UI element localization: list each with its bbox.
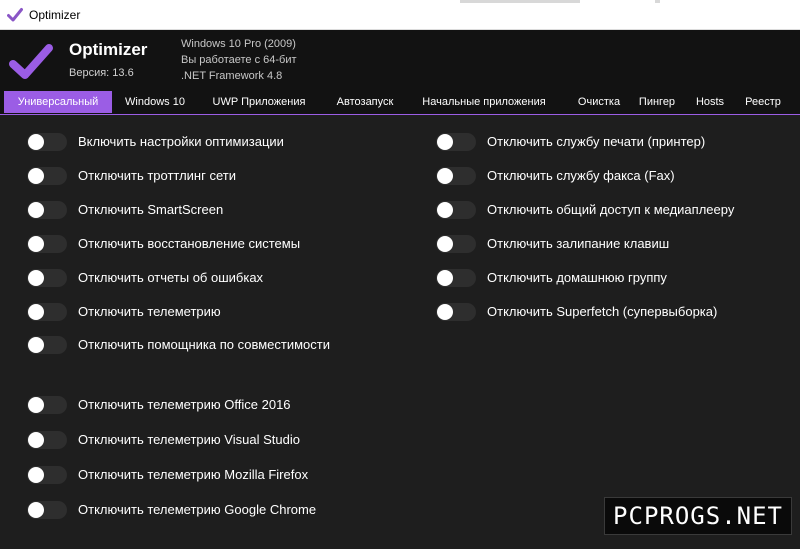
app-version: Версия: 13.6 xyxy=(69,67,134,79)
toggle-knob xyxy=(437,236,453,252)
toggle-knob xyxy=(28,467,44,483)
toggle-knob xyxy=(28,304,44,320)
toggle-switch[interactable] xyxy=(27,201,67,219)
watermark: PCPROGS.NET xyxy=(604,497,792,535)
architecture-info: Вы работаете с 64-бит xyxy=(181,54,297,66)
option-label: Отключить SmartScreen xyxy=(78,202,224,217)
window-title: Optimizer xyxy=(29,8,81,22)
toggle-switch[interactable] xyxy=(27,501,67,519)
toggle-switch[interactable] xyxy=(27,269,67,287)
option-disable-print-spooler[interactable]: Отключить службу печати (принтер) xyxy=(436,133,756,153)
option-disable-office-telemetry[interactable]: Отключить телеметрию Office 2016 xyxy=(27,396,327,416)
option-label: Отключить службу факса (Fax) xyxy=(487,168,675,183)
option-label: Отключить телеметрию Mozilla Firefox xyxy=(78,467,309,482)
options-panel: Включить настройки оптимизации Отключить… xyxy=(0,115,800,549)
option-disable-fax-service[interactable]: Отключить службу факса (Fax) xyxy=(436,167,756,187)
option-label: Отключить Superfetch (супервыборка) xyxy=(487,304,718,319)
system-info: Windows 10 Pro (2009) Вы работаете с 64-… xyxy=(181,36,297,84)
option-label: Отключить службу печати (принтер) xyxy=(487,134,706,149)
option-disable-chrome-telemetry[interactable]: Отключить телеметрию Google Chrome xyxy=(27,501,327,521)
toggle-knob xyxy=(28,432,44,448)
faded-titlebar-text xyxy=(460,0,660,3)
toggle-knob xyxy=(437,270,453,286)
option-label: Отключить залипание клавиш xyxy=(487,236,670,251)
tab-hosts[interactable]: Hosts xyxy=(689,92,731,113)
toggle-knob xyxy=(28,270,44,286)
toggle-switch[interactable] xyxy=(27,336,67,354)
toggle-knob xyxy=(28,134,44,150)
option-label: Отключить телеметрию Office 2016 xyxy=(78,397,291,412)
option-label: Отключить телеметрию Google Chrome xyxy=(78,502,317,517)
tab-registry[interactable]: Реестр xyxy=(739,92,787,113)
app-name: Optimizer xyxy=(69,40,148,59)
option-disable-media-player-sharing[interactable]: Отключить общий доступ к медиаплееру xyxy=(436,201,756,221)
toggle-switch[interactable] xyxy=(436,269,476,287)
option-label: Отключить помощника по совместимости xyxy=(78,337,330,352)
toggle-knob xyxy=(437,168,453,184)
toggle-switch[interactable] xyxy=(27,431,67,449)
toggle-switch[interactable] xyxy=(27,167,67,185)
option-disable-telemetry[interactable]: Отключить телеметрию xyxy=(27,303,327,323)
option-disable-visual-studio-telemetry[interactable]: Отключить телеметрию Visual Studio xyxy=(27,431,327,451)
toggle-knob xyxy=(437,304,453,320)
option-disable-error-reporting[interactable]: Отключить отчеты об ошибках xyxy=(27,269,327,289)
option-label: Отключить общий доступ к медиаплееру xyxy=(487,202,735,217)
toggle-switch[interactable] xyxy=(27,396,67,414)
tab-universal[interactable]: Универсальный xyxy=(4,91,112,113)
toggle-knob xyxy=(28,168,44,184)
option-disable-firefox-telemetry[interactable]: Отключить телеметрию Mozilla Firefox xyxy=(27,466,327,486)
option-label: Отключить телеметрию Visual Studio xyxy=(78,432,300,447)
tab-cleanup[interactable]: Очистка xyxy=(569,92,629,113)
framework-version: .NET Framework 4.8 xyxy=(181,70,283,82)
tab-pinger[interactable]: Пингер xyxy=(633,92,681,113)
tab-windows-10[interactable]: Windows 10 xyxy=(117,92,193,113)
toggle-switch[interactable] xyxy=(27,466,67,484)
toggle-knob xyxy=(28,502,44,518)
toggle-knob xyxy=(437,134,453,150)
toggle-switch[interactable] xyxy=(27,133,67,151)
option-disable-sticky-keys[interactable]: Отключить залипание клавиш xyxy=(436,235,756,255)
toggle-switch[interactable] xyxy=(27,303,67,321)
option-disable-homegroup[interactable]: Отключить домашнюю группу xyxy=(436,269,756,289)
toggle-knob xyxy=(28,397,44,413)
option-disable-system-restore[interactable]: Отключить восстановление системы xyxy=(27,235,327,255)
option-label: Отключить телеметрию xyxy=(78,304,221,319)
toggle-switch[interactable] xyxy=(436,303,476,321)
option-disable-compatibility-assistant[interactable]: Отключить помощника по совместимости xyxy=(27,336,347,356)
toggle-switch[interactable] xyxy=(27,235,67,253)
option-label: Отключить восстановление системы xyxy=(78,236,301,251)
toggle-knob xyxy=(28,337,44,353)
tab-startup-apps[interactable]: Начальные приложения xyxy=(412,92,556,113)
option-label: Отключить домашнюю группу xyxy=(487,270,667,285)
toggle-switch[interactable] xyxy=(436,201,476,219)
option-label: Отключить отчеты об ошибках xyxy=(78,270,264,285)
os-version: Windows 10 Pro (2009) xyxy=(181,38,296,50)
window-titlebar: Optimizer xyxy=(0,0,800,30)
tab-uwp-apps[interactable]: UWP Приложения xyxy=(203,92,315,113)
toggle-switch[interactable] xyxy=(436,235,476,253)
toggle-knob xyxy=(28,236,44,252)
toggle-switch[interactable] xyxy=(436,167,476,185)
toggle-knob xyxy=(28,202,44,218)
option-disable-superfetch[interactable]: Отключить Superfetch (супервыборка) xyxy=(436,303,756,323)
toggle-knob xyxy=(437,202,453,218)
option-disable-network-throttling[interactable]: Отключить троттлинг сети xyxy=(27,167,327,187)
check-mark-icon xyxy=(7,8,23,22)
option-label: Включить настройки оптимизации xyxy=(78,134,284,149)
tab-bar: Универсальный Windows 10 UWP Приложения … xyxy=(0,88,800,115)
option-enable-optimization[interactable]: Включить настройки оптимизации xyxy=(27,133,327,153)
toggle-switch[interactable] xyxy=(436,133,476,151)
tab-autostart[interactable]: Автозапуск xyxy=(326,92,404,113)
option-label: Отключить троттлинг сети xyxy=(78,168,236,183)
option-disable-smartscreen[interactable]: Отключить SmartScreen xyxy=(27,201,327,221)
app-header: Optimizer Версия: 13.6 Windows 10 Pro (2… xyxy=(0,30,800,88)
check-mark-icon xyxy=(9,44,53,79)
